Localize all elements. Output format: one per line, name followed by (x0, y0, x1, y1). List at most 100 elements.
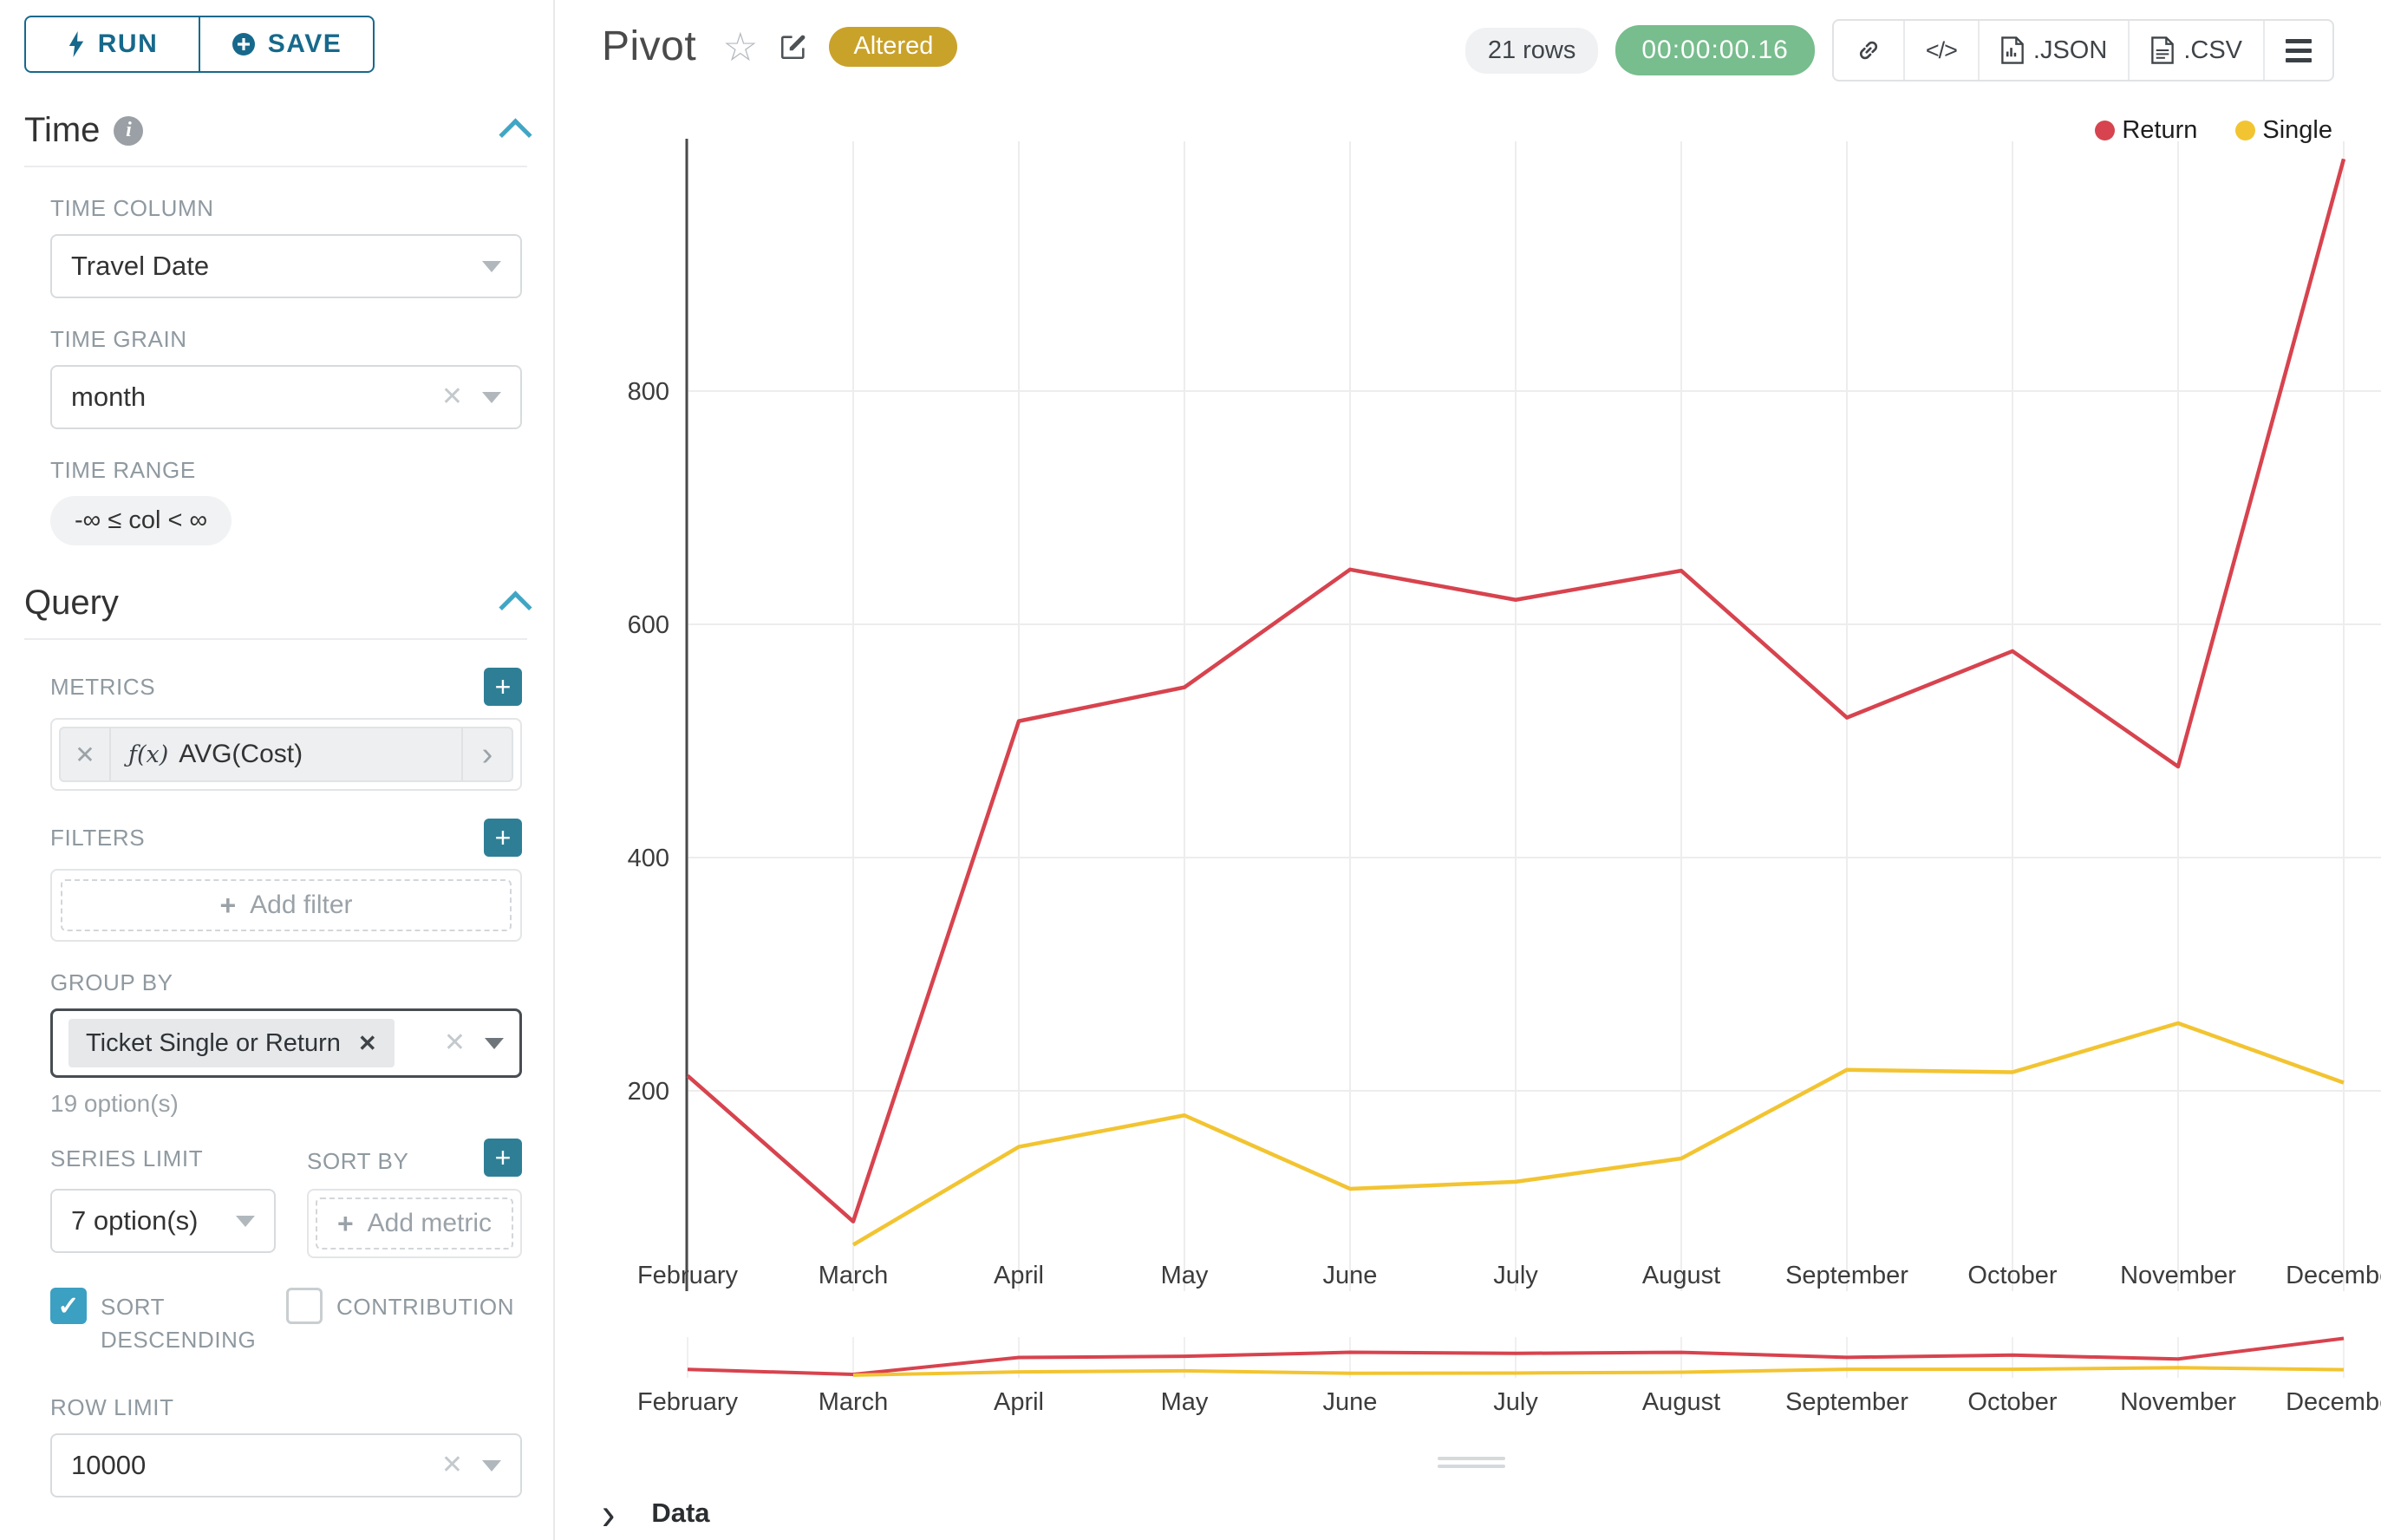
x-tick-label: June (1323, 1262, 1378, 1289)
page-title: Pivot (602, 23, 696, 70)
time-section-header[interactable]: Time i (24, 111, 527, 167)
chart-legend: Return Single (2095, 116, 2332, 145)
add-metric-button[interactable]: + (484, 668, 522, 706)
chevron-right-icon[interactable]: › (461, 728, 512, 780)
clear-icon[interactable]: ✕ (441, 1452, 463, 1478)
mini-x-tick-label: December (2286, 1388, 2381, 1416)
mini-x-tick-label: February (637, 1388, 739, 1416)
export-json-label: .JSON (2033, 36, 2107, 65)
view-query-button[interactable]: </> (1905, 21, 1980, 80)
export-csv-label: .CSV (2183, 36, 2242, 65)
mini-x-tick-label: September (1785, 1388, 1908, 1416)
series-limit-value: 7 option(s) (71, 1205, 198, 1237)
legend-item-single[interactable]: Single (2235, 116, 2332, 145)
row-limit-select[interactable]: 10000 ✕ (50, 1433, 522, 1498)
contribution-label: CONTRIBUTION (336, 1288, 514, 1324)
chevron-down-icon[interactable] (482, 261, 501, 272)
series-limit-label: SERIES LIMIT (50, 1145, 276, 1177)
chevron-down-icon[interactable] (482, 392, 501, 403)
time-column-value: Travel Date (71, 251, 209, 282)
query-timer-badge: 00:00:00.16 (1615, 25, 1814, 75)
csv-file-icon (2150, 36, 2175, 64)
time-grain-select[interactable]: month ✕ (50, 365, 522, 429)
plus-icon: + (337, 1210, 354, 1237)
x-tick-label: July (1493, 1262, 1538, 1289)
time-section-title: Time (24, 111, 100, 150)
chevron-up-icon[interactable] (499, 591, 532, 623)
y-tick-label: 800 (628, 378, 669, 406)
legend-single-label: Single (2262, 116, 2332, 145)
metrics-container: ✕ ƒ(x) AVG(Cost) › (50, 718, 522, 791)
time-column-select[interactable]: Travel Date (50, 234, 522, 298)
chevron-right-icon: › (602, 1491, 615, 1537)
data-panel-label: Data (651, 1498, 709, 1529)
x-tick-label: December (2286, 1262, 2381, 1289)
export-json-button[interactable]: .JSON (1980, 21, 2130, 80)
filters-container: + Add filter (50, 869, 522, 942)
plus-icon: + (219, 891, 236, 919)
control-panel: RUN SAVE Time i TIME COLUMN Travel Date … (0, 0, 555, 1540)
x-tick-label: September (1785, 1262, 1908, 1289)
favorite-star-icon[interactable]: ☆ (722, 27, 758, 67)
copy-link-button[interactable] (1834, 21, 1905, 80)
time-column-label: TIME COLUMN (50, 195, 522, 222)
run-button-label: RUN (98, 29, 159, 59)
clear-icon[interactable]: ✕ (444, 1030, 466, 1056)
mini-x-tick-label: November (2120, 1388, 2236, 1416)
series-limit-select[interactable]: 7 option(s) (50, 1189, 276, 1253)
sort-descending-checkbox[interactable] (50, 1288, 87, 1324)
chevron-up-icon[interactable] (499, 118, 532, 151)
row-limit-label: ROW LIMIT (50, 1394, 522, 1421)
group-by-select[interactable]: Ticket Single or Return ✕ ✕ (50, 1008, 522, 1078)
group-by-tag-label: Ticket Single or Return (86, 1029, 341, 1058)
row-count-badge: 21 rows (1465, 28, 1599, 74)
time-range-pill[interactable]: -∞ ≤ col < ∞ (50, 496, 232, 545)
clear-icon[interactable]: ✕ (441, 384, 463, 410)
run-save-group: RUN SAVE (24, 16, 375, 73)
add-sort-metric-dropzone[interactable]: + Add metric (316, 1197, 513, 1250)
edit-icon[interactable] (779, 32, 808, 62)
chevron-down-icon[interactable] (482, 1460, 501, 1471)
x-tick-label: August (1642, 1262, 1720, 1289)
remove-tag-icon[interactable]: ✕ (358, 1030, 377, 1057)
x-tick-label: May (1161, 1262, 1209, 1289)
legend-item-return[interactable]: Return (2095, 116, 2197, 145)
altered-badge: Altered (829, 27, 957, 67)
remove-metric-icon[interactable]: ✕ (61, 728, 111, 780)
add-filter-dropzone[interactable]: + Add filter (61, 879, 512, 931)
filters-label: FILTERS (50, 825, 145, 852)
sort-descending-option[interactable]: SORT DESCENDING (50, 1288, 276, 1356)
mini-series-line-single (853, 1367, 2344, 1375)
export-csv-button[interactable]: .CSV (2130, 21, 2265, 80)
mini-x-tick-label: May (1161, 1388, 1209, 1416)
query-section-title: Query (24, 584, 119, 623)
more-options-button[interactable] (2265, 21, 2332, 80)
query-section-header[interactable]: Query (24, 584, 527, 640)
metric-pill[interactable]: ✕ ƒ(x) AVG(Cost) › (59, 727, 513, 782)
y-tick-label: 600 (628, 611, 669, 639)
explore-view: RUN SAVE Time i TIME COLUMN Travel Date … (0, 0, 2381, 1540)
x-tick-label: October (1967, 1262, 2057, 1289)
group-by-tag[interactable]: Ticket Single or Return ✕ (68, 1019, 395, 1067)
plus-circle-icon (232, 32, 256, 56)
contribution-option[interactable]: CONTRIBUTION (286, 1288, 532, 1356)
legend-return-label: Return (2122, 116, 2197, 145)
mini-x-tick-label: October (1967, 1388, 2057, 1416)
add-filter-placeholder: Add filter (250, 891, 352, 920)
x-tick-label: April (994, 1262, 1044, 1289)
return-series-dot (2095, 121, 2115, 140)
chevron-down-icon[interactable] (236, 1216, 255, 1227)
contribution-checkbox[interactable] (286, 1288, 323, 1324)
resize-handle[interactable] (1438, 1457, 1505, 1472)
save-button[interactable]: SAVE (199, 16, 375, 73)
run-button[interactable]: RUN (24, 16, 199, 73)
sort-by-label: SORT BY (307, 1148, 408, 1175)
time-grain-label: TIME GRAIN (50, 326, 522, 353)
add-sort-metric-button[interactable]: + (484, 1139, 522, 1177)
chevron-down-icon[interactable] (485, 1038, 504, 1049)
series-line-single[interactable] (853, 1023, 2344, 1245)
info-icon: i (114, 116, 143, 146)
add-filter-button[interactable]: + (484, 819, 522, 857)
data-panel-toggle[interactable]: › Data (602, 1493, 710, 1533)
export-toolbar: </> .JSON .CSV (1832, 19, 2334, 82)
